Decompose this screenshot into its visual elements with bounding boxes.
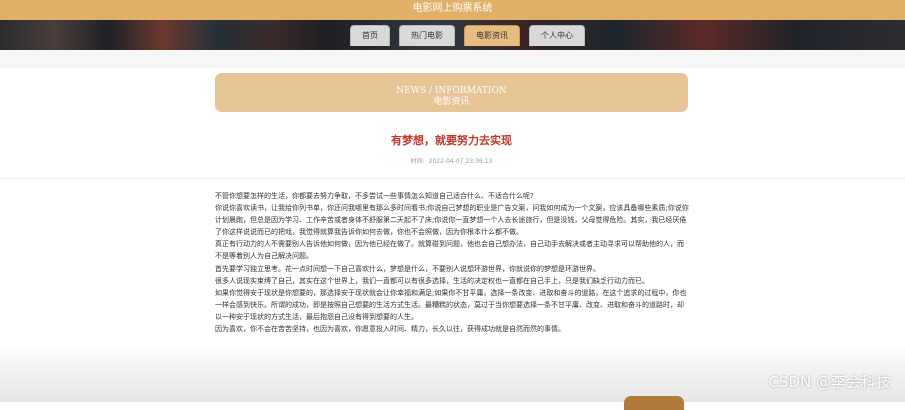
article-paragraph: 你说你喜欢读书，让我给你列书单，你还问我哪里有那么多时间看书;你说自己梦想的职业… [215, 204, 689, 237]
news-header-en: NEWS / INFORMATION [396, 86, 507, 96]
article-body: 不管你想要怎样的生活，你都要去努力争取，不多尝试一些事情怎么知道自己适合什么、不… [215, 190, 690, 335]
watermark-text: CSDN @李会科技 [768, 373, 891, 391]
nav-tab-hot-movies[interactable]: 热门电影 [399, 25, 455, 46]
divider [0, 178, 905, 179]
article-title: 有梦想，就要努力去实现 [391, 134, 512, 147]
article-time: 时间: 2022-04-07 23:36:13 [215, 156, 688, 165]
nav-tab-home[interactable]: 首页 [350, 25, 390, 46]
app-title: 电影网上购票系统 [412, 3, 493, 14]
news-section-header: NEWS / INFORMATION 电影资讯 [215, 73, 688, 112]
article-paragraph: 首先要学习独立思考。花一点时间想一下自己喜欢什么，梦想是什么，不要别人说想环游世… [215, 264, 600, 273]
article-paragraph: 如果你觉得安于现状是你想要的，那选择安于现状就会让你幸福和满足;如果你不甘平庸，… [215, 288, 687, 321]
article-paragraph: 真正有行动力的人不需要别人告诉他如何做，因为他已经在做了。就算碰到问题，他也会自… [215, 240, 684, 261]
nav-tab-personal-center[interactable]: 个人中心 [529, 25, 585, 46]
article-paragraph: 不管你想要怎样的生活，你都要去努力争取，不多尝试一些事情怎么知道自己适合什么、不… [215, 192, 534, 200]
main-nav: 首页 热门电影 电影资讯 个人中心 [350, 25, 585, 46]
article-paragraph: 因为喜欢，你不会在苦苦坚持，也因为喜欢，你愿意投入时间、精力，长久以往，获得成功… [215, 325, 565, 334]
article-time-label: 时间: [410, 158, 425, 165]
action-button[interactable] [624, 396, 684, 410]
app-title-bar: 电影网上购票系统 [0, 0, 905, 20]
nav-tab-movie-news[interactable]: 电影资讯 [464, 25, 520, 46]
news-header-zh: 电影资讯 [433, 97, 470, 107]
article-paragraph: 很多人说现实束缚了自己，其实在这个世界上，我们一直都可以有很多选择，生活的决定权… [215, 276, 649, 285]
article-header-area: NEWS / INFORMATION 电影资讯 有梦想，就要努力去实现 时间: 2… [215, 68, 688, 178]
article-time-value: 2022-04-07 23:36:13 [428, 158, 493, 165]
